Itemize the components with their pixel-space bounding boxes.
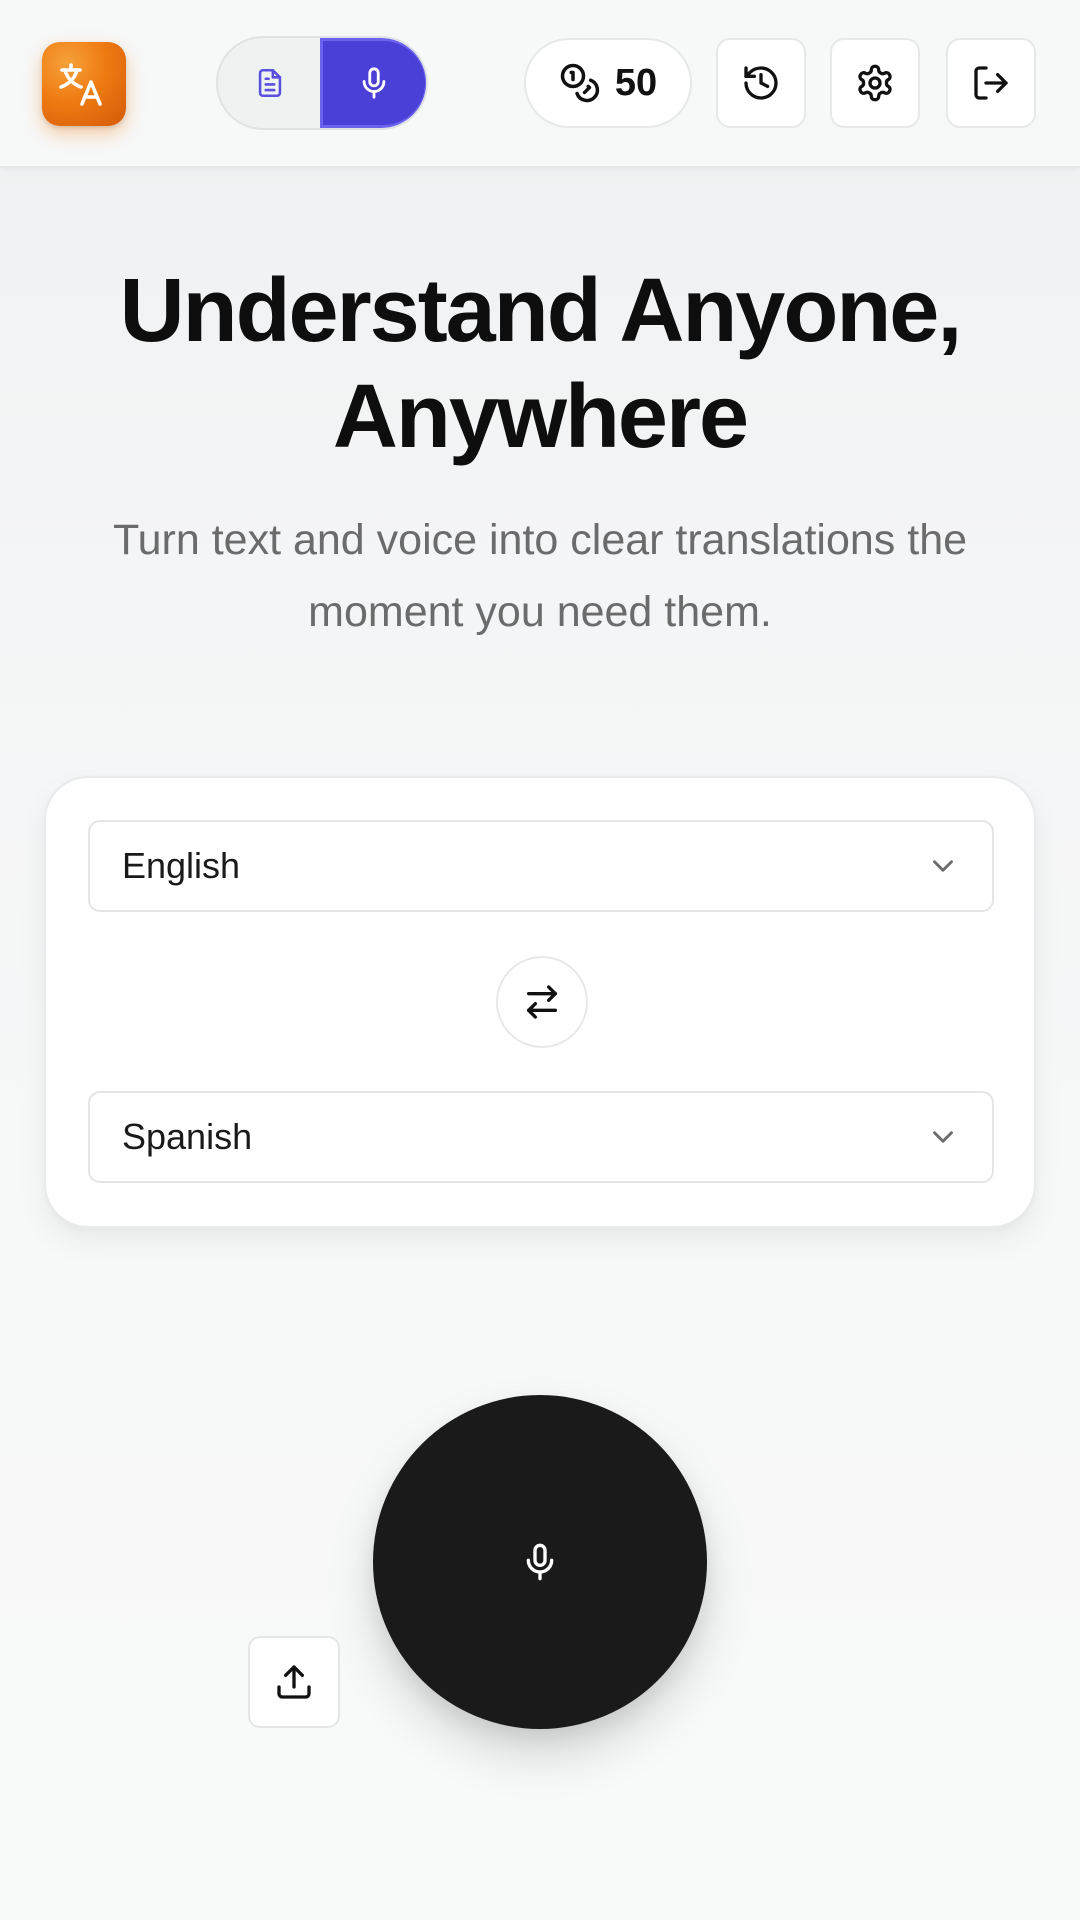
chevron-down-icon (933, 1131, 953, 1143)
text-mode-button[interactable] (218, 38, 322, 128)
swap-languages-button[interactable] (496, 956, 588, 1048)
history-icon (744, 66, 778, 100)
credits-count: 50 (614, 61, 658, 104)
logout-icon (974, 66, 1008, 100)
document-icon (258, 68, 282, 98)
app-logo (42, 42, 126, 126)
coins-icon (560, 63, 600, 103)
mode-toggle (216, 36, 428, 130)
source-language-label: English (122, 845, 241, 886)
microphone-icon (526, 1543, 554, 1581)
upload-audio-button[interactable] (248, 1636, 340, 1728)
page-title: Understand Anyone, Anywhere (40, 258, 1040, 470)
top-bar: 50 (0, 0, 1080, 168)
microphone-icon (362, 67, 386, 99)
upload-icon (277, 1665, 311, 1699)
target-language-label: Spanish (122, 1116, 253, 1157)
swap-arrows-icon (527, 985, 557, 1019)
language-selector-card: English Spanish (44, 776, 1036, 1228)
credits-badge[interactable]: 50 (524, 38, 692, 128)
target-language-select[interactable]: Spanish (88, 1091, 994, 1183)
translate-icon (59, 63, 102, 106)
page-subtitle-line-2: moment you need them. (308, 588, 772, 636)
logout-button[interactable] (946, 38, 1036, 128)
page-subtitle: Turn text and voice into clear translati… (60, 504, 1020, 648)
page-title-line-2: Anywhere (332, 367, 749, 467)
page-subtitle-line-1: Turn text and voice into clear translati… (112, 516, 968, 564)
source-language-select[interactable]: English (88, 820, 994, 912)
page-title-line-1: Understand Anyone, (119, 261, 963, 361)
record-button[interactable] (373, 1395, 707, 1729)
history-button[interactable] (716, 38, 806, 128)
settings-button[interactable] (830, 38, 920, 128)
gear-icon (858, 64, 892, 102)
voice-mode-button[interactable] (320, 38, 426, 128)
chevron-down-icon (933, 860, 953, 872)
